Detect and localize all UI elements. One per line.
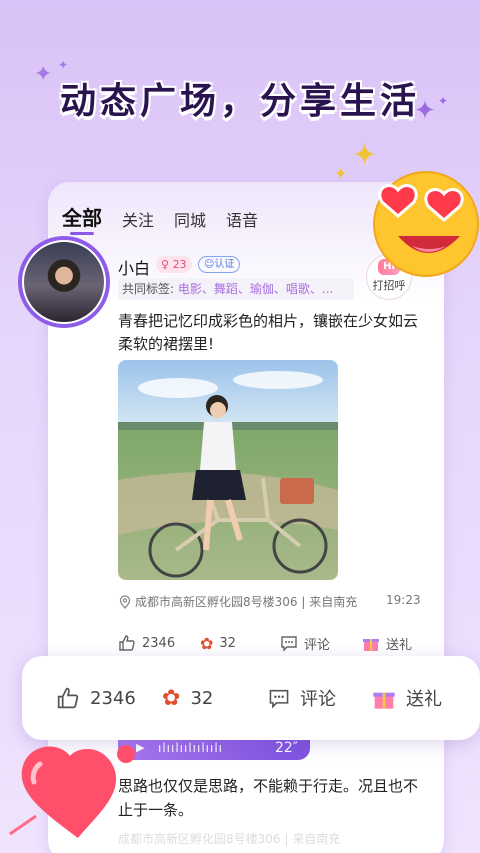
thumbs-up-icon <box>119 635 135 651</box>
tab-all[interactable]: 全部 <box>62 202 102 235</box>
action-bar-zoom: 2346 ✿ 32 评论 送礼 <box>22 656 480 740</box>
verified-label: 认证 <box>214 259 235 270</box>
gift-icon <box>373 692 395 709</box>
post-location: 成都市高新区孵化园8号楼306 | 来自南充 <box>118 593 357 610</box>
comment-icon <box>281 636 297 652</box>
feed-tabs: 全部 关注 同城 语音 <box>62 202 258 235</box>
user-avatar[interactable] <box>18 236 110 328</box>
thumbs-up-icon <box>57 687 79 709</box>
flower-icon: ✿ <box>162 685 181 711</box>
post-time: 19:23 <box>386 593 421 607</box>
like-count: 2346 <box>142 635 176 651</box>
avatar-image <box>22 240 106 324</box>
age-value: 23 <box>172 258 187 271</box>
tab-following[interactable]: 关注 <box>122 207 154 231</box>
gift-button-large[interactable]: 送礼 <box>372 684 442 712</box>
tab-nearby[interactable]: 同城 <box>174 207 206 231</box>
sparkle-icon: ✦ <box>334 164 348 183</box>
tags-values: 电影、舞蹈、瑜伽、唱歌、... <box>177 282 334 296</box>
flower-count-large: 32 <box>190 687 214 709</box>
like-button[interactable]: 2346 <box>118 630 175 656</box>
post-location-2: 成都市高新区孵化园8号楼306 | 来自南充 <box>118 832 341 846</box>
greet-label: 打招呼 <box>372 279 406 292</box>
flower-button-large[interactable]: ✿ 32 <box>162 684 213 712</box>
flower-button[interactable]: ✿ 32 <box>200 630 236 656</box>
post-text-2: 思路也仅仅是思路，不能赖于行走。况且也不止于一条。 <box>118 777 419 819</box>
comment-button-large[interactable]: 评论 <box>268 684 336 712</box>
banner-title: 动态广场，分享生活 <box>59 81 420 122</box>
verified-badge: ☺认证 <box>198 256 241 273</box>
sparkle-icon: ✦ <box>414 96 436 126</box>
flower-icon: ✿ <box>200 633 214 653</box>
like-count-large: 2346 <box>90 687 136 709</box>
post-photo[interactable] <box>118 360 338 580</box>
location-text: 成都市高新区孵化园8号楼306 | 来自南充 <box>135 595 358 609</box>
post-text: 青春把记忆印成彩色的相片，镶嵌在少女如云柔软的裙摆里! <box>118 312 419 353</box>
comment-icon <box>269 689 289 709</box>
gift-icon <box>363 639 379 651</box>
female-icon: ♀ <box>161 258 173 271</box>
gift-button[interactable]: 送礼 <box>362 630 412 656</box>
sparkle-icon: ✦ <box>58 58 69 72</box>
person-icon: ☺ <box>204 259 215 270</box>
location-icon <box>119 594 131 609</box>
comment-button[interactable]: 评论 <box>280 630 330 656</box>
comment-label: 评论 <box>304 637 331 653</box>
sparkle-icon: ✦ <box>438 94 449 108</box>
tab-voice[interactable]: 语音 <box>226 207 258 231</box>
common-tags: 共同标签: 电影、舞蹈、瑜伽、唱歌、... <box>118 278 354 300</box>
photo-image <box>118 360 338 580</box>
gift-label: 送礼 <box>386 637 413 653</box>
gift-label-large: 送礼 <box>406 689 442 710</box>
heart-icon <box>9 745 135 838</box>
comment-label-large: 评论 <box>300 689 336 710</box>
post-actions: 2346 ✿ 32 评论 送礼 <box>118 630 418 656</box>
heart-eyes-emoji-icon <box>373 171 479 277</box>
sparkle-icon: ✦ <box>34 62 53 87</box>
age-badge: ♀ 23 <box>156 256 192 273</box>
flower-count: 32 <box>219 635 236 651</box>
tags-label: 共同标签: <box>122 282 175 296</box>
like-button-large[interactable]: 2346 <box>56 684 136 712</box>
user-name[interactable]: 小白 <box>118 255 150 279</box>
